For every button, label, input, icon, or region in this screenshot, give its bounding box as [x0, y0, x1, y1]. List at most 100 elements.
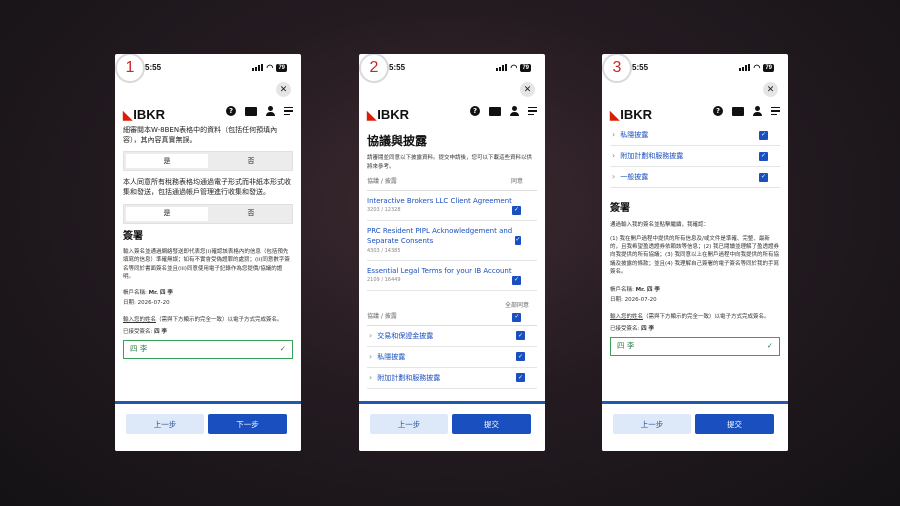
- signal-icon: [496, 64, 508, 71]
- agree-checkbox[interactable]: ✓: [516, 352, 525, 362]
- enter-name-instruction: 輸入您的姓名（需與下方顯示的完全一致）以電子方式完成簽名。: [610, 313, 770, 320]
- signal-icon: [739, 64, 751, 71]
- agree-checkbox[interactable]: ✓: [512, 275, 521, 285]
- user-icon[interactable]: [266, 106, 275, 116]
- yes-option[interactable]: 是: [126, 206, 208, 221]
- table-header: 協議 / 披露 同意: [367, 175, 537, 191]
- chevron-right-icon: ›: [612, 130, 616, 140]
- footer-bar: 上一步 下一步: [115, 401, 301, 451]
- app-header: ◣ IBKR ?: [359, 101, 545, 125]
- phone-screen-2: 2 5:55 ◠ 79 ✕ ◣ IBKR ? 協議與披露 請審閱並同意以下披露資料。…: [359, 54, 545, 451]
- menu-icon[interactable]: [771, 106, 780, 116]
- agreement-row: Interactive Brokers LLC Client Agreement…: [367, 191, 537, 221]
- sign-body: › 私隱披露 ✓ › 附加計劃和服務披露 ✓ › 一般披露 ✓ 簽署 通過輸入我的簽名並點擊…: [602, 125, 788, 401]
- close-icon[interactable]: ✕: [520, 82, 535, 97]
- agreement-link[interactable]: Interactive Brokers LLC Client Agreement: [367, 196, 512, 207]
- back-button[interactable]: 上一步: [613, 414, 691, 434]
- yes-option[interactable]: 是: [126, 154, 208, 169]
- agreement-link[interactable]: Essential Legal Terms for your IB Accoun…: [367, 266, 512, 277]
- select-all-checkbox[interactable]: ✓: [512, 312, 522, 322]
- footer-bar: 上一步 提交: [602, 401, 788, 451]
- help-icon[interactable]: ?: [226, 106, 236, 116]
- agreement-code: 4303 / 14385: [367, 247, 401, 254]
- battery-icon: 79: [520, 63, 531, 72]
- no-option[interactable]: 否: [210, 205, 292, 223]
- intro-text: 細審閱本W-8BEN表格中的資料（包括任何預填內容），其內容真實無誤。: [123, 126, 278, 145]
- disclosure-group-row[interactable]: › 一般披露 ✓: [610, 167, 780, 188]
- wifi-icon: ◠: [753, 63, 761, 72]
- agreements-body: 協議與披露 請審閱並同意以下披露資料。提交申請後，您可以下載這些資料以供將來參考…: [359, 125, 545, 401]
- back-button[interactable]: 上一步: [126, 414, 204, 434]
- id-card-icon[interactable]: [732, 106, 744, 116]
- agreement-row: PRC Resident PIPL Acknowledgement and Se…: [367, 221, 537, 261]
- agree-checkbox[interactable]: ✓: [516, 331, 525, 341]
- menu-icon[interactable]: [284, 106, 293, 116]
- wifi-icon: ◠: [266, 63, 274, 72]
- user-icon[interactable]: [753, 106, 762, 116]
- chevron-right-icon: ›: [369, 372, 373, 382]
- phone-screen-3: 3 5:55 ◠ 79 ✕ ◣ IBKR ? › 私隱披露 ✓ › 附加計劃和服務披露 ✓ …: [602, 54, 788, 451]
- app-header: ◣ IBKR ?: [115, 101, 301, 125]
- agreement-code: 3203 / 12328: [367, 207, 401, 214]
- flame-icon: ◣: [367, 107, 377, 122]
- disclosure-group-row[interactable]: › 私隱披露 ✓: [367, 347, 537, 368]
- agree-checkbox[interactable]: ✓: [759, 151, 768, 161]
- check-icon: ✓: [279, 344, 286, 354]
- page-title: 協議與披露: [367, 134, 428, 148]
- no-option[interactable]: 否: [210, 152, 292, 170]
- signature-input[interactable]: 四 李 ✓: [610, 337, 780, 356]
- disclosure-group-row[interactable]: › 交易和保證金披露 ✓: [367, 326, 537, 347]
- disclosure-group-row[interactable]: › 附加計劃和服務披露 ✓: [610, 146, 780, 167]
- sign-description: 輸入簽名並通過網絡發送即代表您(i)確認該表格內的信息（包括預先填寫的信息）準確…: [123, 249, 290, 280]
- consent-text: 本人同意所有稅務表格均通過電子形式而非紙本形式收集和發送，包括通過帳戶管理進行收…: [123, 178, 291, 197]
- date-line: 日期: 2026-07-20: [610, 297, 657, 304]
- disclosure-group-row[interactable]: › 私隱披露 ✓: [610, 125, 780, 146]
- step-badge: 3: [602, 54, 632, 83]
- step-badge: 2: [359, 54, 389, 83]
- account-name: 帳戶名稱: Mr. 四 李: [123, 290, 173, 297]
- form-body: 細審閱本W-8BEN表格中的資料（包括任何預填內容），其內容真實無誤。 是否 本…: [115, 125, 301, 401]
- close-icon[interactable]: ✕: [763, 82, 778, 97]
- back-button[interactable]: 上一步: [370, 414, 448, 434]
- agree-checkbox[interactable]: ✓: [759, 172, 768, 182]
- agreement-code: 2109 / 16449: [367, 277, 401, 284]
- close-icon[interactable]: ✕: [276, 82, 291, 97]
- accepted-signature: 已接受簽名: 四 李: [123, 328, 168, 335]
- battery-icon: 79: [276, 63, 287, 72]
- group-header: 協議 / 披露 全部同意 ✓: [367, 299, 537, 326]
- chevron-right-icon: ›: [369, 351, 373, 361]
- step-badge: 1: [115, 54, 145, 83]
- agree-checkbox[interactable]: ✓: [759, 130, 768, 140]
- check-icon: ✓: [766, 341, 773, 351]
- sign-title: 簽署: [610, 203, 630, 214]
- agree-checkbox[interactable]: ✓: [516, 373, 525, 383]
- help-icon[interactable]: ?: [470, 106, 480, 116]
- id-card-icon[interactable]: [489, 106, 501, 116]
- agreement-row: Essential Legal Terms for your IB Accoun…: [367, 261, 537, 291]
- sign-description: (1) 我在開戶過程中提供的所有信息及/或文件是準確、完整、最新的，且我希望盈透…: [610, 235, 780, 275]
- accepted-signature: 已接受簽名: 四 李: [610, 325, 655, 332]
- next-button[interactable]: 下一步: [208, 414, 287, 434]
- select-all-label: 全部同意: [504, 301, 529, 309]
- signal-icon: [252, 64, 264, 71]
- submit-button[interactable]: 提交: [695, 414, 774, 434]
- agree-checkbox[interactable]: ✓: [512, 205, 521, 215]
- help-icon[interactable]: ?: [713, 106, 723, 116]
- ibkr-logo: ◣ IBKR: [610, 107, 653, 122]
- submit-button[interactable]: 提交: [452, 414, 531, 434]
- enter-name-instruction: 輸入您的姓名（需與下方顯示的完全一致）以電子方式完成簽名。: [123, 316, 283, 323]
- flame-icon: ◣: [123, 107, 133, 122]
- disclosure-group-row[interactable]: › 附加計劃和服務披露 ✓: [367, 368, 537, 389]
- id-card-icon[interactable]: [245, 106, 257, 116]
- yes-no-toggle: 是否: [123, 151, 293, 172]
- user-icon[interactable]: [510, 106, 519, 116]
- page-description: 請審閱並同意以下披露資料。提交申請後，您可以下載這些資料以供將來參考。: [367, 155, 533, 170]
- status-time: 5:55: [632, 63, 649, 72]
- signature-input[interactable]: 四 李 ✓: [123, 340, 293, 360]
- agree-checkbox[interactable]: ✓: [514, 235, 521, 245]
- sign-intro: 通過輸入我的簽名並點擊繼續，我確認：: [610, 221, 710, 228]
- wifi-icon: ◠: [510, 63, 518, 72]
- menu-icon[interactable]: [528, 106, 537, 116]
- agreement-link[interactable]: PRC Resident PIPL Acknowledgement and Se…: [367, 226, 515, 247]
- ibkr-logo: ◣ IBKR: [367, 107, 410, 122]
